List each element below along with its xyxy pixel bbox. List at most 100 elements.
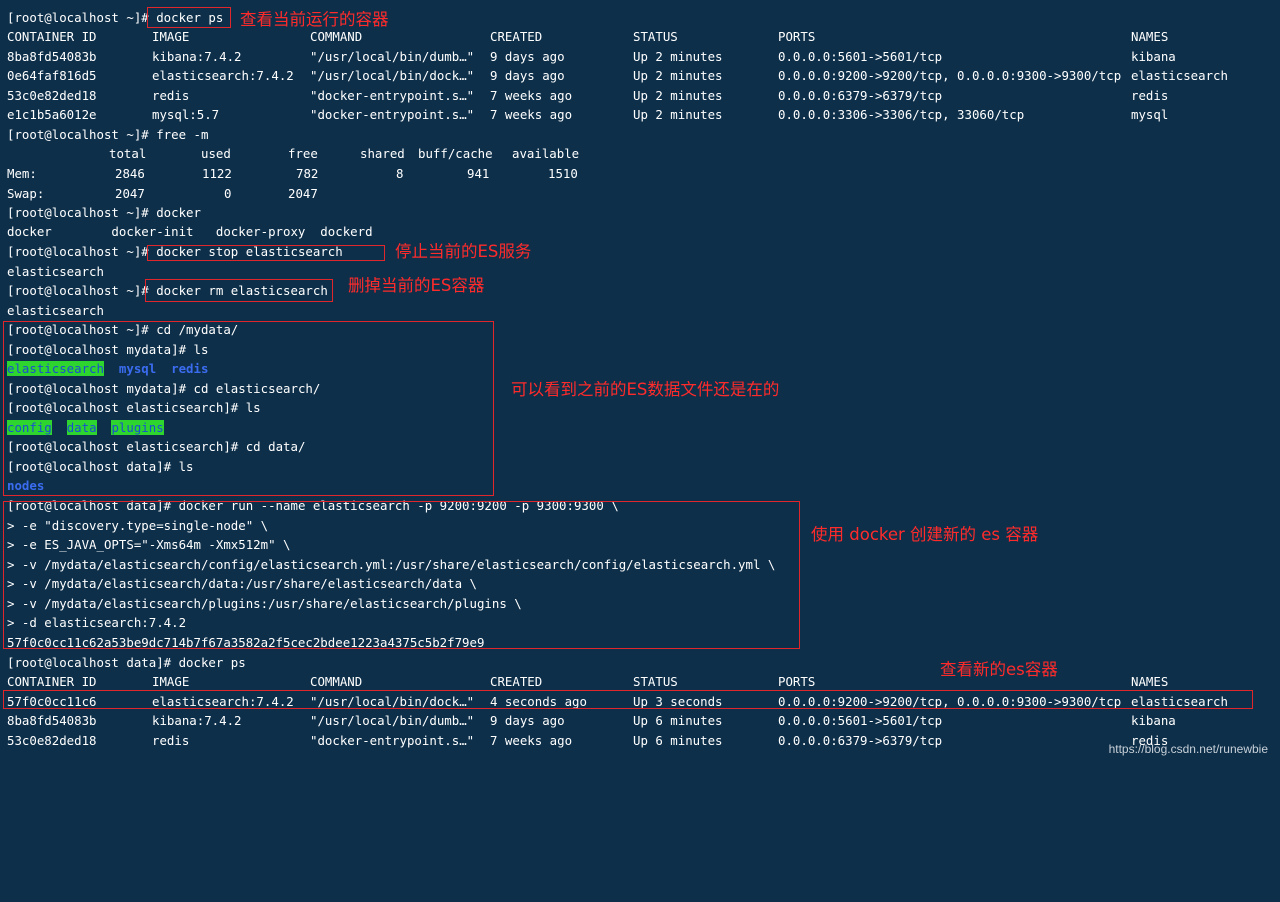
container-id: e1c1b5a6012e xyxy=(7,107,97,122)
command: "/usr/local/bin/dumb…" xyxy=(310,49,475,64)
watermark: https://blog.csdn.net/runewbie xyxy=(1108,742,1268,756)
mem-shared: 8 xyxy=(396,166,404,181)
highlight-box-docker-stop xyxy=(147,245,385,261)
names: redis xyxy=(1131,88,1169,103)
status: Up 2 minutes xyxy=(633,107,723,122)
col-header: CREATED xyxy=(490,674,543,689)
image: redis xyxy=(152,733,190,748)
command: "/usr/local/bin/dumb…" xyxy=(310,713,475,728)
annotation-create-new: 使用 docker 创建新的 es 容器 xyxy=(811,525,1039,544)
highlight-box-ls-data xyxy=(3,321,494,496)
highlight-box-docker-ps xyxy=(147,7,231,28)
command-output: elasticsearch xyxy=(7,303,104,318)
col-header: COMMAND xyxy=(310,674,363,689)
command-text: free -m xyxy=(148,127,209,142)
command-text: docker xyxy=(148,205,201,220)
terminal-line: [root@localhost data]# docker ps xyxy=(7,653,246,672)
swap-used: 0 xyxy=(224,186,232,201)
status: Up 6 minutes xyxy=(633,733,723,748)
created: 7 weeks ago xyxy=(490,733,573,748)
ports: 0.0.0.0:5601->5601/tcp xyxy=(778,713,943,728)
annotation-data-still-there: 可以看到之前的ES数据文件还是在的 xyxy=(511,380,780,399)
prompt: [root@localhost data]# xyxy=(7,655,172,670)
container-id: 53c0e82ded18 xyxy=(7,88,97,103)
container-id: 0e64faf816d5 xyxy=(7,68,97,83)
ports: 0.0.0.0:9200->9200/tcp, 0.0.0.0:9300->93… xyxy=(778,68,1122,83)
ps-header-row: CONTAINER ID IMAGE COMMAND CREATED STATU… xyxy=(7,672,1267,691)
created: 9 days ago xyxy=(490,713,565,728)
terminal-window[interactable]: [root@localhost ~]# docker ps CONTAINER … xyxy=(0,0,1280,764)
ports: 0.0.0.0:6379->6379/tcp xyxy=(778,733,943,748)
created: 9 days ago xyxy=(490,49,565,64)
ports: 0.0.0.0:6379->6379/tcp xyxy=(778,88,943,103)
table-row: 0e64faf816d5 elasticsearch:7.4.2 "/usr/l… xyxy=(7,66,1267,85)
command: "/usr/local/bin/dock…" xyxy=(310,68,475,83)
col-header: free xyxy=(288,146,318,161)
terminal-line: [root@localhost ~]# free -m xyxy=(7,125,208,144)
status: Up 2 minutes xyxy=(633,49,723,64)
command: "docker-entrypoint.s…" xyxy=(310,107,475,122)
ports: 0.0.0.0:5601->5601/tcp xyxy=(778,49,943,64)
table-row: 53c0e82ded18 redis "docker-entrypoint.s…… xyxy=(7,86,1267,105)
container-id: 8ba8fd54083b xyxy=(7,713,97,728)
highlight-box-docker-rm xyxy=(145,279,333,302)
status: Up 6 minutes xyxy=(633,713,723,728)
image: kibana:7.4.2 xyxy=(152,713,242,728)
swap-label: Swap: xyxy=(7,186,45,201)
col-header: PORTS xyxy=(778,674,816,689)
col-header: used xyxy=(201,146,231,161)
col-header: available xyxy=(512,146,580,161)
table-row: Mem: 2846 1122 782 8 941 1510 xyxy=(7,164,607,183)
created: 7 weeks ago xyxy=(490,88,573,103)
col-header: CREATED xyxy=(490,29,543,44)
table-row: e1c1b5a6012e mysql:5.7 "docker-entrypoin… xyxy=(7,105,1267,124)
swap-total: 2047 xyxy=(115,186,145,201)
image: elasticsearch:7.4.2 xyxy=(152,68,294,83)
table-row: 8ba8fd54083b kibana:7.4.2 "/usr/local/bi… xyxy=(7,47,1267,66)
names: mysql xyxy=(1131,107,1169,122)
col-header: IMAGE xyxy=(152,29,190,44)
table-row: 53c0e82ded18 redis "docker-entrypoint.s…… xyxy=(7,731,1267,750)
image: kibana:7.4.2 xyxy=(152,49,242,64)
command: "docker-entrypoint.s…" xyxy=(310,88,475,103)
highlight-box-new-container xyxy=(3,690,1253,709)
ports: 0.0.0.0:3306->3306/tcp, 33060/tcp xyxy=(778,107,1025,122)
status: Up 2 minutes xyxy=(633,88,723,103)
status: Up 2 minutes xyxy=(633,68,723,83)
command-output: elasticsearch xyxy=(7,264,104,279)
prompt: [root@localhost ~]# xyxy=(7,127,149,142)
swap-free: 2047 xyxy=(288,186,318,201)
col-header: NAMES xyxy=(1131,674,1169,689)
prompt: [root@localhost ~]# xyxy=(7,10,149,25)
names: elasticsearch xyxy=(1131,68,1228,83)
ps-header-row: CONTAINER ID IMAGE COMMAND CREATED STATU… xyxy=(7,27,1267,46)
mem-label: Mem: xyxy=(7,166,37,181)
image: mysql:5.7 xyxy=(152,107,220,122)
col-header: IMAGE xyxy=(152,674,190,689)
col-header: STATUS xyxy=(633,29,678,44)
free-header-row: total used free shared buff/cache availa… xyxy=(7,144,607,163)
annotation-rm-es: 删掉当前的ES容器 xyxy=(348,276,485,295)
annotation-stop-es: 停止当前的ES服务 xyxy=(395,242,532,261)
col-header: CONTAINER ID xyxy=(7,29,97,44)
completion-output: docker docker-init docker-proxy dockerd xyxy=(7,224,373,239)
col-header: total xyxy=(109,146,147,161)
prompt: [root@localhost ~]# xyxy=(7,283,149,298)
command: "docker-entrypoint.s…" xyxy=(310,733,475,748)
col-header: shared xyxy=(360,146,405,161)
created: 7 weeks ago xyxy=(490,107,573,122)
prompt: [root@localhost ~]# xyxy=(7,205,149,220)
image: redis xyxy=(152,88,190,103)
created: 9 days ago xyxy=(490,68,565,83)
names: kibana xyxy=(1131,49,1176,64)
terminal-line: [root@localhost ~]# docker xyxy=(7,203,201,222)
mem-total: 2846 xyxy=(115,166,145,181)
col-header: NAMES xyxy=(1131,29,1169,44)
mem-buff-cache: 941 xyxy=(467,166,490,181)
col-header: PORTS xyxy=(778,29,816,44)
prompt: [root@localhost ~]# xyxy=(7,244,149,259)
container-id: 8ba8fd54083b xyxy=(7,49,97,64)
command-text: docker ps xyxy=(171,655,246,670)
table-row: Swap: 2047 0 2047 xyxy=(7,184,607,203)
col-header: CONTAINER ID xyxy=(7,674,97,689)
